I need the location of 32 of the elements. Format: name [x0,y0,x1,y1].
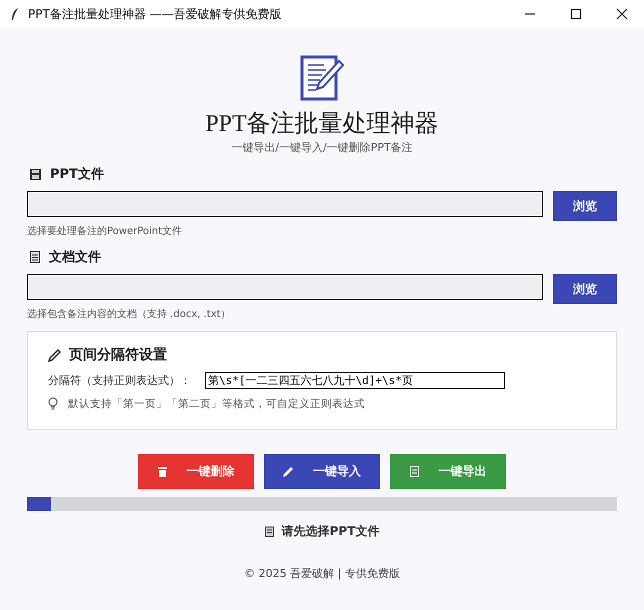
pen-icon [48,348,61,362]
window-title: PPT备注批量处理神器 ——吾爱破解专供免费版 [28,6,283,22]
section-label: PPT文件 [50,166,104,183]
maximize-icon[interactable] [570,8,582,20]
document-pen-icon [299,55,345,101]
feather-icon [10,7,20,21]
separator-field[interactable]: 第\s*[一二三四五六七八九十\d]+\s*页 [205,372,505,389]
file-path-field[interactable] [27,191,543,217]
panel-title: 页间分隔符设置 [69,346,167,364]
footer-text: © 2025 吾爱破解 | 专供免费版 [243,566,401,581]
separator-hint: 默认支持「第一页」「第二页」等格式，可自定义正则表达式 [68,397,365,411]
browse-button[interactable]: 浏览 [553,191,617,221]
clipboard-icon [264,526,274,537]
close-icon[interactable] [616,8,628,20]
pencil-icon [283,466,293,476]
browse-button[interactable]: 浏览 [553,274,617,304]
field-hint: 选择要处理备注的PowerPoint文件 [27,224,184,238]
import-button[interactable]: 一键导入 [264,454,380,489]
floppy-icon [30,168,41,180]
field-hint: 选择包含备注内容的文档（支持 .docx, .txt） [27,308,232,321]
section-label: 文档文件 [49,248,101,266]
document-icon [410,466,418,477]
app-subtitle: 一键导出/一键导入/一键删除PPT备注 [231,140,413,155]
export-button[interactable]: 一键导出 [390,454,506,489]
trash-icon [158,466,166,476]
field-label: 分隔符（支持正则表达式）： [48,373,191,388]
app-title: PPT备注批量处理神器 [205,110,439,139]
status-text: 请先选择PPT文件 [282,523,380,540]
lightbulb-icon [48,397,58,411]
delete-button[interactable]: 一键删除 [138,454,254,489]
file-path-field[interactable] [27,274,543,300]
document-icon [30,251,40,263]
